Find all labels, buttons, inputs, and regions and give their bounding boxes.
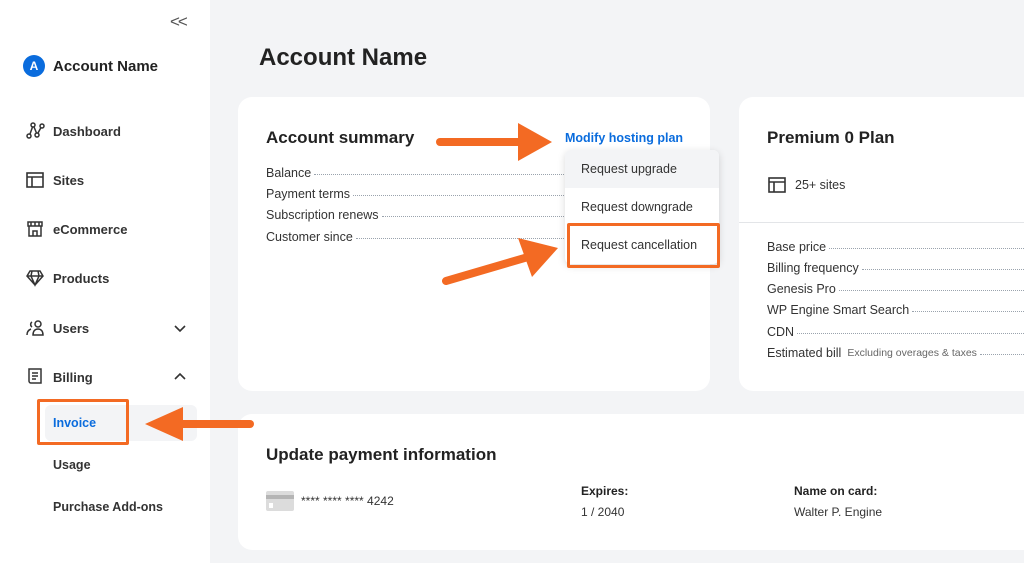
payment-title: Update payment information [266, 445, 497, 464]
users-icon [25, 318, 45, 338]
row-label: WP Engine Smart Search [767, 303, 910, 317]
dashboard-icon [25, 121, 45, 141]
credit-card-icon [266, 491, 294, 511]
summary-row-subscription-renews: Subscription renews [266, 208, 566, 222]
sidebar-item-billing[interactable]: Billing [25, 367, 187, 387]
arrow-left-annotation [145, 407, 254, 441]
row-label: Payment terms [266, 187, 351, 201]
row-label: Estimated bill [767, 346, 842, 360]
account-name: Account Name [53, 57, 159, 75]
page-title: Account Name [259, 44, 428, 71]
arrow-right-annotation [436, 123, 552, 161]
summary-row-payment-terms: Payment terms [266, 187, 566, 201]
account-switcher[interactable]: A Account Name [23, 55, 158, 77]
sidebar-item-products[interactable]: Products [25, 268, 187, 288]
plan-row-estimated-bill: Estimated bill Excluding overages & taxes [767, 346, 1024, 360]
estimated-bill-note: Excluding overages & taxes [847, 347, 977, 359]
sidebar-item-dashboard[interactable]: Dashboard [25, 121, 187, 141]
chevron-down-icon[interactable] [173, 321, 187, 335]
sidebar-item-label: Products [53, 270, 110, 286]
chevron-up-icon[interactable] [173, 370, 187, 384]
sites-icon [768, 177, 786, 193]
plan-row-cdn: CDN [767, 325, 1024, 339]
payment-card [238, 414, 1024, 550]
sidebar-item-label: Dashboard [53, 123, 121, 139]
row-label: Base price [767, 240, 827, 254]
sites-icon [25, 170, 45, 190]
menu-item-request-upgrade[interactable]: Request upgrade [565, 150, 719, 188]
row-label: CDN [767, 325, 795, 339]
summary-row-balance: Balance [266, 166, 566, 180]
store-icon [25, 219, 45, 239]
card-number: **** **** **** 4242 [301, 494, 394, 508]
sidebar-subitem-purchase-add-ons[interactable]: Purchase Add-ons [53, 500, 163, 514]
sidebar-subitem-usage[interactable]: Usage [53, 458, 91, 472]
diamond-icon [25, 268, 45, 288]
sidebar-item-ecommerce[interactable]: eCommerce [25, 219, 187, 239]
row-label: Customer since [266, 230, 353, 244]
expires-label: Expires: [581, 484, 629, 498]
cancellation-highlight-box [567, 223, 720, 268]
modify-hosting-plan-link[interactable]: Modify hosting plan [565, 131, 683, 145]
plan-row-billing-frequency: Billing frequency [767, 261, 1024, 275]
name-on-card-value: Walter P. Engine [794, 505, 883, 519]
plan-sites: 25+ sites [767, 176, 845, 194]
menu-item-request-downgrade[interactable]: Request downgrade [565, 188, 719, 226]
name-on-card-label: Name on card: [794, 484, 878, 498]
expires-value: 1 / 2040 [581, 505, 625, 519]
sidebar: << A Account Name Dashboard Sites eComme… [0, 0, 210, 563]
account-summary-title: Account summary [266, 128, 415, 147]
plan-row-base-price: Base price [767, 240, 1024, 254]
arrow-diagonal-annotation [442, 238, 558, 285]
plan-title: Premium 0 Plan [767, 128, 895, 147]
sidebar-item-label: Billing [53, 369, 93, 385]
sidebar-item-label: Users [53, 320, 90, 336]
row-label: Billing frequency [767, 261, 859, 275]
row-label: Genesis Pro [767, 282, 836, 296]
avatar: A [23, 55, 45, 77]
sidebar-item-label: eCommerce [53, 221, 128, 237]
receipt-icon [25, 367, 45, 387]
sites-count: 25+ sites [795, 178, 846, 192]
row-label: Balance [266, 166, 312, 180]
sidebar-item-sites[interactable]: Sites [25, 170, 187, 190]
invoice-highlight-box [37, 399, 129, 445]
plan-row-smart-search: WP Engine Smart Search [767, 303, 1024, 317]
sidebar-item-label: Sites [53, 172, 85, 188]
row-label: Subscription renews [266, 208, 379, 222]
collapse-sidebar-button[interactable]: << [170, 12, 188, 32]
divider [739, 222, 1024, 223]
sidebar-item-users[interactable]: Users [25, 318, 187, 338]
plan-row-genesis-pro: Genesis Pro [767, 282, 1024, 296]
